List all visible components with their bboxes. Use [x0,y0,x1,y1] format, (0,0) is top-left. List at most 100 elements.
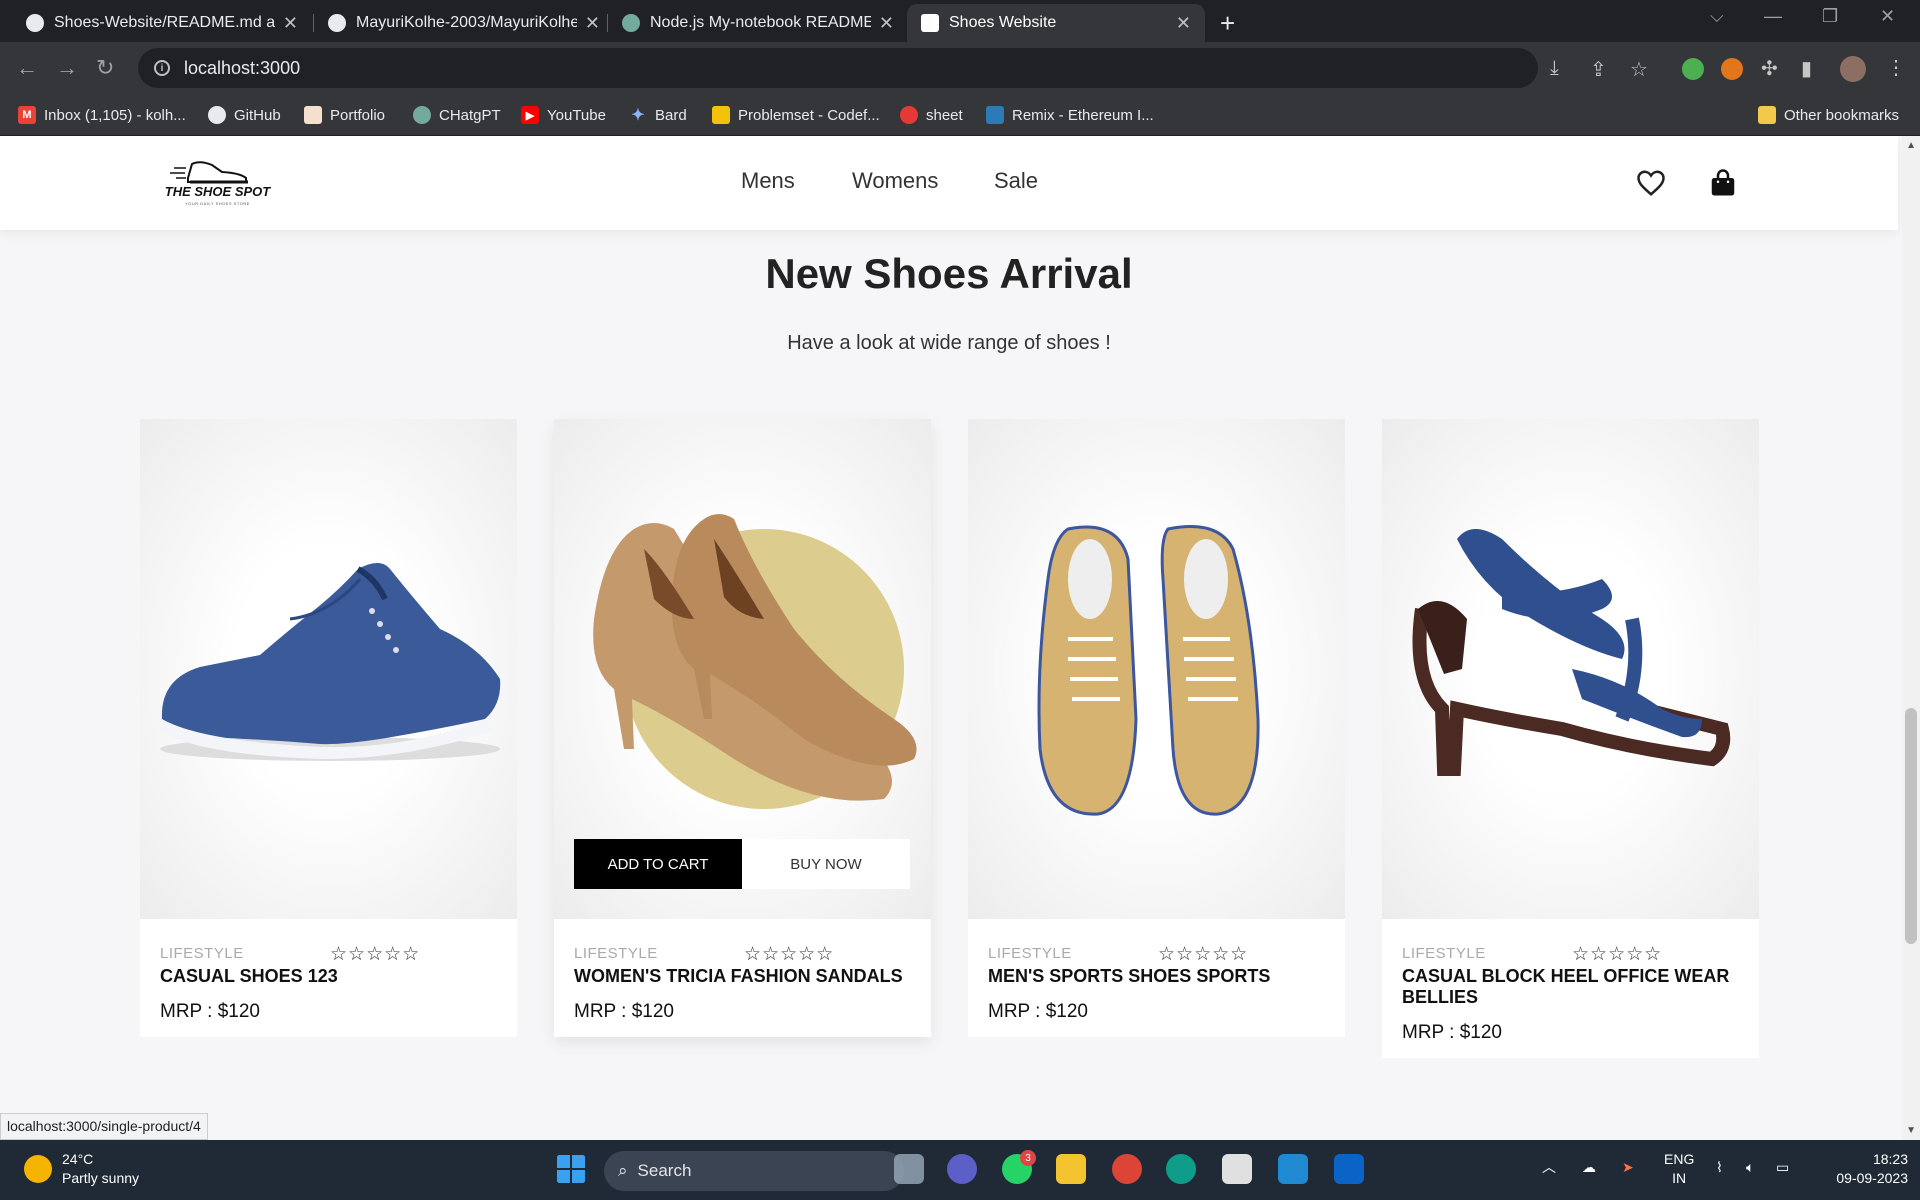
tab-profile[interactable]: MayuriKolhe-2003/MayuriKolhe- ✕ [314,4,614,42]
share-icon[interactable]: ⇪ [1590,57,1607,82]
bookmark-remix[interactable]: Remix - Ethereum I... [986,106,1154,124]
youtube-icon: ▶ [521,106,539,124]
temperature: 24°C [62,1151,94,1167]
product-card[interactable]: ADD TO CART BUY NOW LIFESTYLE ☆☆☆☆☆ WOME… [554,419,931,1037]
site-info-icon[interactable]: i [154,60,170,76]
product-price: MRP : $120 [988,1001,1088,1022]
weather-widget[interactable]: 24°C Partly sunny [24,1150,139,1188]
shopping-bag-icon[interactable] [1708,168,1738,198]
chatgpt-icon [622,14,640,32]
edge-icon[interactable] [1166,1154,1196,1184]
side-panel-icon[interactable]: ▮ [1801,56,1812,81]
new-tab-button[interactable]: + [1220,8,1235,39]
add-to-cart-button[interactable]: ADD TO CART [574,839,742,889]
extension-green-icon[interactable] [1682,58,1704,80]
bookmark-label: GitHub [234,106,281,124]
folder-icon [1758,106,1776,124]
browser-tab-strip: Shoes-Website/README.md at m ✕ MayuriKol… [0,0,1920,42]
chrome-icon[interactable] [1112,1154,1142,1184]
nav-womens[interactable]: Womens [852,168,938,194]
bookmark-star-icon[interactable]: ☆ [1630,57,1648,82]
clock-time: 18:23 [1872,1151,1908,1167]
menu-kebab-icon[interactable]: ⋮ [1886,55,1906,80]
close-tab-icon[interactable]: ✕ [1176,13,1191,34]
tab-notebook[interactable]: Node.js My-notebook README ✕ [608,4,908,42]
bookmark-sheet[interactable]: sheet [900,106,963,124]
tab-title: Node.js My-notebook README [650,14,871,31]
task-view-icon[interactable] [894,1154,924,1184]
product-card[interactable]: LIFESTYLE ☆☆☆☆☆ CASUAL BLOCK HEEL OFFICE… [1382,419,1759,1058]
product-name[interactable]: MEN'S SPORTS SHOES SPORTS [988,966,1325,987]
snipping-tool-icon[interactable] [1222,1154,1252,1184]
back-icon[interactable]: ← [16,55,38,81]
product-name[interactable]: CASUAL BLOCK HEEL OFFICE WEAR BELLIES [1402,966,1739,1008]
browser-toolbar: ← → ↻ i localhost:3000 ⤓ ⇪ ☆ [0,42,1920,96]
location-icon[interactable]: ➤ [1622,1158,1634,1177]
install-icon[interactable]: ⤓ [1550,57,1559,80]
file-explorer-icon[interactable] [1056,1154,1086,1184]
product-card[interactable]: LIFESTYLE ☆☆☆☆☆ MEN'S SPORTS SHOES SPORT… [968,419,1345,1037]
product-image[interactable]: ADD TO CART BUY NOW [554,419,931,919]
site-logo[interactable]: THE SHOE SPOT YOUR DAILY SHOES STORE [160,156,275,212]
nav-mens[interactable]: Mens [741,168,795,194]
close-window-icon[interactable]: ✕ [1880,6,1895,27]
bookmark-inbox[interactable]: M Inbox (1,105) - kolh... [18,106,186,124]
wifi-icon[interactable]: ⌇ [1716,1158,1723,1177]
remix-icon [986,106,1004,124]
tab-readme[interactable]: Shoes-Website/README.md at m ✕ [12,4,312,42]
tab-shoes-website[interactable]: Shoes Website ✕ [907,4,1205,42]
metamask-icon[interactable] [1721,58,1743,80]
bookmark-codeforces[interactable]: Problemset - Codef... [712,106,880,124]
rating-stars: ☆☆☆☆☆ [1572,944,1663,965]
product-name[interactable]: WOMEN'S TRICIA FASHION SANDALS [574,966,911,987]
reload-icon[interactable]: ↻ [96,55,114,81]
product-card[interactable]: LIFESTYLE ☆☆☆☆☆ CASUAL SHOES 123 MRP : $… [140,419,517,1037]
scroll-thumb[interactable] [1905,708,1917,944]
forward-icon[interactable]: → [56,55,78,81]
blue-sneaker-image [160,563,501,761]
scroll-up-icon[interactable]: ▲ [1906,140,1916,151]
page-scrollbar[interactable]: ▲ ▼ [1902,136,1920,1140]
bookmarks-bar: M Inbox (1,105) - kolh... GitHub Portfoli… [0,96,1920,136]
windows-start-icon[interactable] [556,1154,586,1184]
extensions-puzzle-icon[interactable]: ✣ [1761,56,1778,81]
product-price: MRP : $120 [1402,1022,1502,1043]
onedrive-icon[interactable]: ☁ [1582,1158,1596,1177]
restore-icon[interactable]: ❐ [1822,6,1838,27]
rating-stars: ☆☆☆☆☆ [1158,944,1249,965]
product-category: LIFESTYLE [1402,945,1486,962]
teams-chat-icon[interactable] [947,1154,977,1184]
scroll-down-icon[interactable]: ▼ [1906,1125,1916,1136]
bookmark-github[interactable]: GitHub [208,106,281,124]
bookmark-youtube[interactable]: ▶ YouTube [521,106,606,124]
volume-icon[interactable]: 🔈︎ [1746,1158,1754,1177]
close-tab-icon[interactable]: ✕ [585,13,600,34]
tab-search-icon[interactable]: ⌵ [1710,6,1724,27]
profile-avatar[interactable] [1840,56,1866,82]
product-image[interactable] [1382,419,1759,919]
bookmark-portfolio[interactable]: Portfolio [304,106,385,124]
taskbar-search[interactable]: ⌕ Search [604,1151,904,1191]
clock[interactable]: 18:23 09-09-2023 [1818,1150,1908,1188]
outlook-icon[interactable] [1334,1154,1364,1184]
product-name[interactable]: CASUAL SHOES 123 [160,966,497,987]
product-price: MRP : $120 [574,1001,674,1022]
nav-sale[interactable]: Sale [994,168,1038,194]
product-image[interactable] [968,419,1345,919]
product-image[interactable] [140,419,517,919]
vscode-icon[interactable] [1278,1154,1308,1184]
show-hidden-icons[interactable]: ︿ [1542,1158,1556,1177]
buy-now-button[interactable]: BUY NOW [742,839,910,889]
language-indicator[interactable]: ENG IN [1664,1150,1694,1188]
bookmark-label: Inbox (1,105) - kolh... [44,106,186,124]
battery-icon[interactable]: ▭ [1776,1158,1789,1177]
bookmark-chatgpt[interactable]: CHatgPT [413,106,501,124]
other-bookmarks[interactable]: Other bookmarks [1758,106,1899,124]
address-bar[interactable]: i localhost:3000 [138,48,1538,88]
close-tab-icon[interactable]: ✕ [879,13,894,34]
language-top: ENG [1664,1151,1695,1167]
close-tab-icon[interactable]: ✕ [283,13,298,34]
bookmark-bard[interactable]: ✦ Bard [629,106,686,125]
minimize-icon[interactable]: — [1764,6,1782,27]
wishlist-heart-icon[interactable] [1636,168,1666,198]
